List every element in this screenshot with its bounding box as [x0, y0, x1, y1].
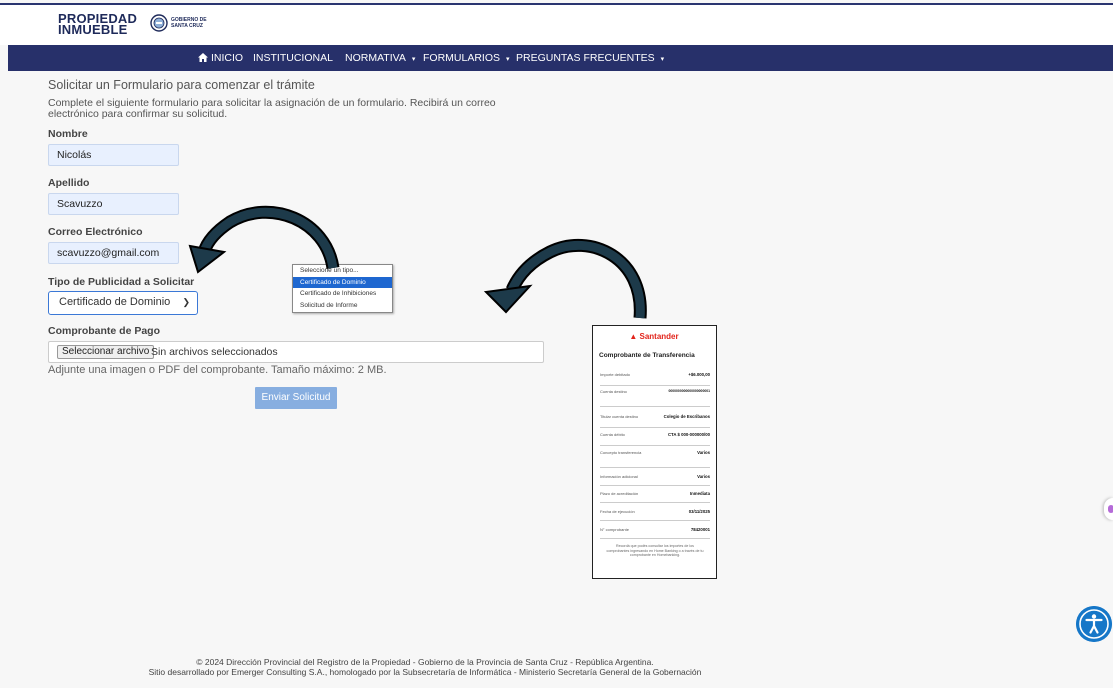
- bank-name: Santander: [639, 332, 679, 341]
- receipt-row: Cuenta débito CTA $ 000-000000/00: [600, 432, 710, 446]
- receipt-row: Fecha de ejecución 03/11/2025: [600, 509, 710, 521]
- receipt-row: Plazo de acreditación Inmediata: [600, 491, 710, 503]
- receipt-row: Información adicional Varios: [600, 474, 710, 486]
- receipt-row: Concepto transferencia Varios: [600, 450, 710, 468]
- transfer-receipt-image: ▲ Santander Comprobante de Transferencia…: [592, 325, 717, 579]
- receipt-row: Titular cuenta destino Colegio de Escriba…: [600, 414, 710, 428]
- santander-logo: ▲ Santander: [629, 332, 679, 341]
- receipt-title: Comprobante de Transferencia: [599, 352, 695, 359]
- receipt-row: N° comprobante 78420001: [600, 527, 710, 539]
- side-chat-tab[interactable]: [1104, 498, 1113, 520]
- chat-bubble-icon: [1108, 505, 1113, 513]
- receipt-footnote: Recordá que podés consultar los importes…: [606, 544, 704, 558]
- receipt-row: Importe debitado +$6.000,00: [600, 372, 710, 386]
- curved-arrow-left: [188, 205, 340, 274]
- curved-arrow-right: [483, 238, 647, 319]
- receipt-row: Cuenta destino 0000000000000000000001: [600, 389, 710, 407]
- footer-credits: Sitio desarrollado por Emerger Consultin…: [148, 667, 702, 677]
- annotation-arrows: [188, 205, 647, 319]
- site-footer: © 2024 Dirección Provincial del Registro…: [0, 657, 850, 677]
- footer-copyright: © 2024 Dirección Provincial del Registro…: [196, 657, 654, 667]
- accessibility-icon[interactable]: [1076, 606, 1112, 642]
